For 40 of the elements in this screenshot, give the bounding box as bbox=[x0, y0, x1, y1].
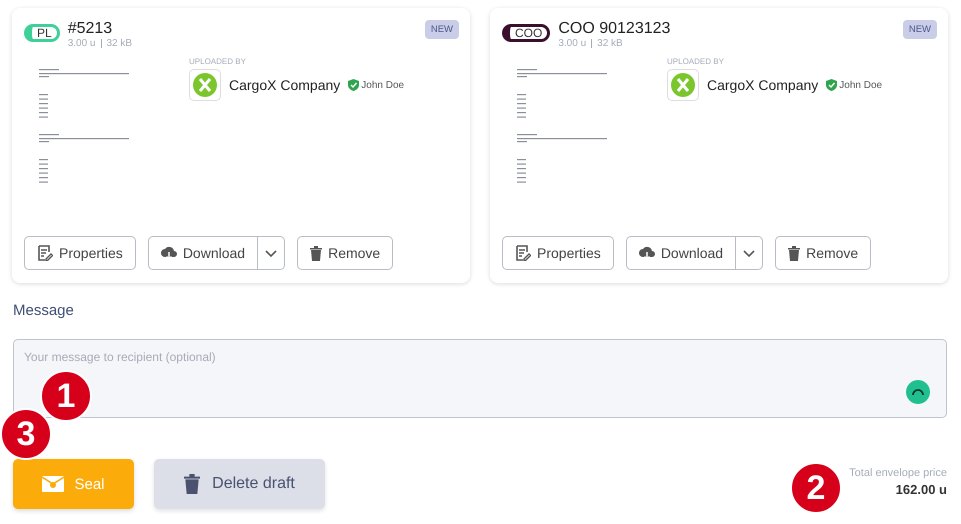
uploaded-by-label: UPLOADED BY bbox=[667, 57, 725, 66]
new-badge: NEW bbox=[902, 20, 937, 39]
user-name: John Doe bbox=[839, 80, 882, 90]
envelope-icon bbox=[42, 476, 64, 492]
step-marker-badge: 3 bbox=[0, 408, 52, 460]
user-name: John Doe bbox=[361, 80, 404, 90]
document-price: 3.00 u bbox=[68, 38, 96, 49]
remove-button[interactable]: Remove bbox=[297, 236, 394, 270]
new-badge: NEW bbox=[424, 20, 459, 39]
total-price-label: Total envelope price bbox=[849, 467, 947, 479]
properties-icon bbox=[515, 245, 531, 261]
download-options-button[interactable] bbox=[257, 237, 284, 269]
document-price: 3.00 u bbox=[558, 38, 586, 49]
document-title: #5213 bbox=[68, 20, 114, 38]
document-type-tag: PL bbox=[24, 24, 60, 42]
delete-draft-button[interactable]: Delete draft bbox=[154, 459, 325, 509]
cloud-download-icon bbox=[160, 246, 177, 260]
file-size: 32 kB bbox=[106, 38, 132, 49]
message-placeholder: Your message to recipient (optional) bbox=[24, 350, 216, 364]
step-marker-badge: 2 bbox=[790, 462, 842, 514]
trash-icon bbox=[310, 246, 322, 260]
cloud-download-icon bbox=[638, 246, 655, 260]
company-logo-icon bbox=[667, 69, 699, 101]
properties-button[interactable]: Properties bbox=[502, 236, 614, 270]
uploaded-by-label: UPLOADED BY bbox=[189, 57, 247, 66]
properties-icon bbox=[37, 245, 53, 261]
total-price-value: 162.00 u bbox=[894, 482, 947, 497]
message-label: Message bbox=[13, 302, 75, 319]
company-name: CargoX Company bbox=[707, 77, 818, 93]
trash-icon bbox=[788, 246, 800, 260]
document-type-tag: COO bbox=[502, 24, 550, 42]
loading-spinner-icon bbox=[906, 380, 930, 404]
remove-button[interactable]: Remove bbox=[775, 236, 872, 270]
company-name: CargoX Company bbox=[229, 77, 340, 93]
company-logo-icon bbox=[189, 69, 221, 101]
properties-button[interactable]: Properties bbox=[24, 236, 136, 270]
document-title: COO 90123123 bbox=[558, 20, 670, 38]
download-options-button[interactable] bbox=[735, 237, 762, 269]
file-size: 32 kB bbox=[597, 38, 623, 49]
trash-icon bbox=[184, 474, 200, 494]
